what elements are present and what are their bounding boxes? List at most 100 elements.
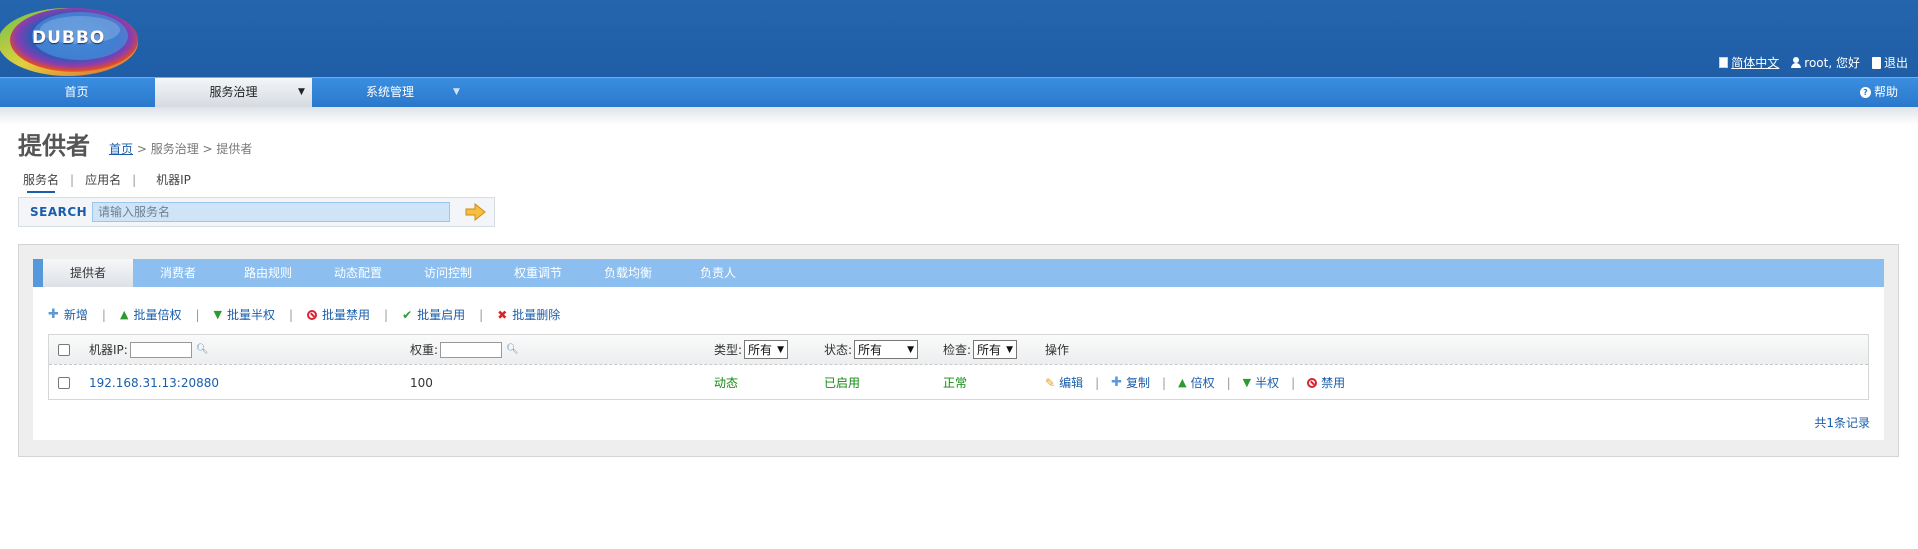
ban-icon	[307, 309, 318, 320]
tab-bar: 提供者 消费者 路由规则 动态配置 访问控制 权重调节 负载均衡 负责人	[33, 259, 1884, 287]
nav-shadow	[0, 107, 1918, 125]
batch-double-button[interactable]: ▲ 批量倍权	[120, 306, 181, 323]
providers-table: 机器IP: 🔍︎ 权重: 🔍︎ 类型: 所有 ▼ 状态: 所有 ▼ 检查: 所有…	[48, 334, 1869, 400]
batch-disable-label: 批量禁用	[322, 308, 371, 322]
add-label: 新增	[63, 308, 88, 322]
magnifier-icon[interactable]: 🔍︎	[196, 344, 209, 355]
row-checkbox[interactable]	[58, 376, 70, 389]
batch-delete-button[interactable]: ✖ 批量删除	[497, 306, 560, 323]
type-select[interactable]: 所有 ▼	[744, 340, 788, 359]
logout-icon	[1871, 56, 1881, 69]
header-weight: 权重: 🔍︎	[410, 335, 519, 364]
search-tab-ip[interactable]: 机器IP	[156, 171, 191, 188]
table-row: 192.168.31.13:20880 100 动态 已启用 正常 ✎ 编辑 |…	[49, 366, 1868, 399]
edit-label: 编辑	[1059, 376, 1084, 390]
divider: |	[70, 172, 75, 187]
table-header: 机器IP: 🔍︎ 权重: 🔍︎ 类型: 所有 ▼ 状态: 所有 ▼ 检查: 所有…	[49, 335, 1868, 365]
chevron-down-icon: ▼	[298, 87, 305, 97]
panel-content: 提供者 消费者 路由规则 动态配置 访问控制 权重调节 负载均衡 负责人 ✚ 新…	[33, 259, 1884, 440]
document-icon	[1719, 57, 1729, 68]
select-all-checkbox[interactable]	[58, 343, 70, 356]
logout-label[interactable]: 退出	[1884, 54, 1908, 71]
arrow-up-icon: ▲	[1178, 376, 1187, 389]
tab-routing-rules[interactable]: 路由规则	[223, 259, 313, 287]
row-ops: ✎ 编辑 | ✚ 复制 | ▲ 倍权 | ▼ 半权 | 禁用	[1045, 366, 1345, 399]
tab-load-balance[interactable]: 负载均衡	[583, 259, 673, 287]
weight-filter-input[interactable]	[440, 341, 503, 358]
row-check: 正常	[943, 376, 968, 390]
language-label[interactable]: 简体中文	[1731, 54, 1779, 71]
search-tab-service[interactable]: 服务名	[23, 171, 59, 193]
help-label[interactable]: 帮助	[1874, 78, 1898, 107]
breadcrumb-home-link[interactable]: 首页	[109, 142, 133, 156]
tab-providers[interactable]: 提供者	[43, 259, 133, 287]
header-check: 检查: 所有 ▼	[943, 335, 1017, 364]
header-check-label: 检查:	[943, 343, 972, 357]
user-label: root, 您好	[1804, 56, 1860, 70]
batch-enable-label: 批量启用	[417, 308, 466, 322]
check-select[interactable]: 所有 ▼	[973, 340, 1017, 359]
header-bar: DUBBO 简体中文 root, 您好 退出	[0, 0, 1918, 77]
half-weight-label: 半权	[1255, 376, 1280, 390]
ip-filter-input[interactable]	[129, 341, 192, 358]
header-type: 类型: 所有 ▼	[714, 335, 788, 364]
search-box: SEARCH	[18, 197, 495, 227]
batch-half-label: 批量半权	[226, 308, 275, 322]
batch-enable-button[interactable]: ✔ 批量启用	[402, 306, 465, 323]
help-link[interactable]: ? 帮助	[1859, 78, 1898, 107]
search-input[interactable]	[92, 202, 450, 222]
status-select[interactable]: 所有 ▼	[854, 340, 919, 359]
pencil-icon: ✎	[1045, 375, 1056, 390]
divider: |	[101, 307, 106, 322]
tab-dynamic-config[interactable]: 动态配置	[313, 259, 403, 287]
header-status-label: 状态:	[824, 343, 853, 357]
x-icon: ✖	[497, 307, 508, 322]
nav-item-home[interactable]: 首页	[0, 78, 153, 107]
row-type: 动态	[714, 376, 739, 390]
disable-label: 禁用	[1321, 376, 1346, 390]
toolbar: ✚ 新增 | ▲ 批量倍权 | ▼ 批量半权 | 批量禁用 | ✔ 批量启用 |…	[48, 306, 560, 323]
search-tab-application[interactable]: 应用名	[85, 171, 121, 188]
copy-button[interactable]: ✚ 复制	[1111, 374, 1150, 391]
user-info: root, 您好	[1791, 54, 1860, 71]
row-weight: 100	[410, 375, 433, 390]
arrow-up-icon: ▲	[119, 308, 129, 321]
half-weight-button[interactable]: ▼ 半权	[1243, 374, 1279, 391]
batch-delete-label: 批量删除	[512, 308, 561, 322]
edit-button[interactable]: ✎ 编辑	[1045, 374, 1083, 391]
divider: |	[479, 307, 484, 322]
tab-access-control[interactable]: 访问控制	[403, 259, 493, 287]
main-nav: 首页 服务治理 ▼ 系统管理 ▼ ? 帮助	[0, 77, 1918, 107]
language-link[interactable]: 简体中文	[1719, 54, 1779, 71]
disable-button[interactable]: 禁用	[1307, 374, 1345, 391]
search-tabs: 服务名 | 应用名 | 机器IP	[23, 171, 191, 193]
tab-consumers[interactable]: 消费者	[133, 259, 223, 287]
status-select-value: 所有	[858, 343, 883, 357]
nav-item-service-governance[interactable]: 服务治理 ▼	[155, 78, 312, 107]
divider: |	[1095, 375, 1100, 390]
arrow-down-icon: ▼	[213, 308, 222, 321]
batch-disable-button[interactable]: 批量禁用	[307, 306, 370, 323]
batch-half-button[interactable]: ▼ 批量半权	[214, 306, 275, 323]
row-ip-link[interactable]: 192.168.31.13:20880	[89, 366, 219, 399]
nav-item-system-management[interactable]: 系统管理	[312, 78, 468, 107]
check-icon: ✔	[402, 307, 413, 322]
magnifier-icon[interactable]: 🔍︎	[506, 344, 519, 355]
tab-weight[interactable]: 权重调节	[493, 259, 583, 287]
chevron-down-icon[interactable]: ▼	[453, 78, 460, 107]
header-type-label: 类型:	[714, 343, 743, 357]
logout-link[interactable]: 退出	[1871, 54, 1908, 71]
breadcrumb-trail: > 服务治理 > 提供者	[133, 142, 253, 156]
tab-owners[interactable]: 负责人	[673, 259, 763, 287]
ban-icon	[1307, 377, 1318, 388]
add-button[interactable]: ✚ 新增	[48, 306, 88, 323]
main-panel: 提供者 消费者 路由规则 动态配置 访问控制 权重调节 负载均衡 负责人 ✚ 新…	[18, 244, 1899, 457]
arrow-right-icon[interactable]	[464, 203, 486, 221]
check-select-value: 所有	[977, 343, 1002, 357]
double-weight-button[interactable]: ▲ 倍权	[1178, 374, 1214, 391]
type-select-value: 所有	[748, 343, 773, 357]
chevron-down-icon: ▼	[1006, 344, 1013, 355]
row-status: 已启用	[824, 376, 861, 390]
chevron-down-icon: ▼	[777, 344, 784, 355]
divider: |	[1162, 375, 1167, 390]
